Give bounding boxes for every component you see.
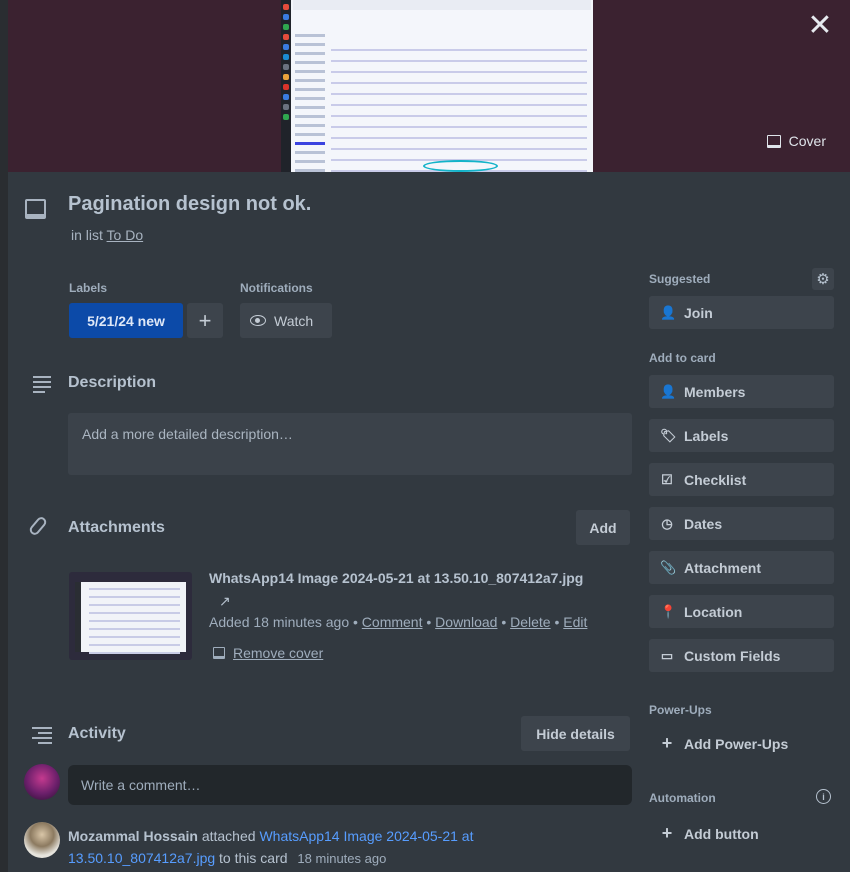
labels-label: Labels	[684, 427, 729, 444]
join-button[interactable]: 👤 Join	[649, 296, 834, 329]
activity-suffix: to this card	[219, 850, 288, 866]
labels-heading: Labels	[69, 281, 108, 295]
card-icon	[766, 134, 781, 148]
attachment-edit-link[interactable]: Edit	[563, 614, 587, 630]
cover-button[interactable]: Cover	[755, 126, 838, 156]
notifications-heading: Notifications	[240, 281, 313, 295]
description-icon	[33, 373, 51, 396]
background-board	[0, 0, 8, 872]
attachment-added: Added 18 minutes ago	[209, 614, 350, 630]
add-powerups-label: Add Power-Ups	[684, 735, 789, 752]
watch-label: Watch	[274, 312, 314, 329]
join-label: Join	[684, 304, 713, 321]
activity-heading: Activity	[68, 725, 126, 742]
close-icon[interactable]: ✕	[806, 11, 834, 41]
plus-icon: +	[198, 307, 212, 333]
list-name-link[interactable]: To Do	[107, 227, 144, 243]
members-button[interactable]: 👤 Members	[649, 375, 834, 408]
card-icon: ▭	[660, 647, 674, 663]
paperclip-icon: 📎	[660, 559, 677, 575]
card-title[interactable]: Pagination design not ok.	[68, 193, 311, 216]
plus-icon: +	[661, 823, 673, 843]
attachments-heading: Attachments	[68, 519, 165, 536]
dates-button[interactable]: ◷ Dates	[649, 507, 834, 540]
attachment-thumbnail[interactable]	[69, 572, 192, 660]
clock-icon: ◷	[661, 515, 673, 531]
checklist-button[interactable]: ☑ Checklist	[649, 463, 834, 496]
hide-details-button[interactable]: Hide details	[521, 716, 630, 751]
custom-fields-button[interactable]: ▭ Custom Fields	[649, 639, 834, 672]
description-heading: Description	[68, 374, 157, 391]
attachment-delete-link[interactable]: Delete	[510, 614, 550, 630]
person-icon: 👤	[660, 383, 677, 399]
label-chip[interactable]: 5/21/24 new	[69, 303, 183, 338]
powerups-heading: Power-Ups	[649, 703, 712, 717]
attachment-name[interactable]: WhatsApp14 Image 2024-05-21 at 13.50.10_…	[209, 570, 583, 586]
activity-icon	[32, 724, 52, 747]
plus-icon: +	[661, 733, 673, 753]
open-external-icon[interactable]: ↗	[219, 593, 231, 610]
members-label: Members	[684, 383, 746, 400]
in-list-prefix: in list	[71, 227, 103, 243]
activity-user[interactable]: Mozammal Hossain	[68, 828, 198, 844]
add-powerups-button[interactable]: + Add Power-Ups	[649, 727, 834, 760]
comment-input[interactable]: Write a comment…	[68, 765, 632, 805]
attachment-button[interactable]: 📎 Attachment	[649, 551, 834, 584]
labels-button[interactable]: 🏷 Labels	[649, 419, 834, 452]
suggested-heading: Suggested	[649, 272, 711, 286]
add-button-label: Add button	[684, 825, 759, 842]
watch-button[interactable]: Watch	[240, 303, 332, 338]
description-input[interactable]: Add a more detailed description…	[68, 413, 632, 475]
pin-icon: 📍	[660, 603, 677, 619]
card-cover	[8, 0, 850, 172]
avatar[interactable]	[24, 764, 60, 800]
attachment-comment-link[interactable]: Comment	[362, 614, 423, 630]
activity-time[interactable]: 18 minutes ago	[297, 851, 386, 866]
card-icon	[213, 647, 225, 659]
attachment-label: Attachment	[684, 559, 762, 576]
eye-icon	[250, 315, 266, 326]
activity-verb: attached	[201, 828, 256, 844]
remove-cover-label: Remove cover	[233, 645, 324, 661]
card-icon	[25, 199, 46, 219]
person-icon: 👤	[660, 304, 677, 320]
info-icon[interactable]: i	[816, 789, 831, 804]
location-button[interactable]: 📍 Location	[649, 595, 834, 628]
cover-image	[281, 0, 593, 172]
dates-label: Dates	[684, 515, 723, 532]
activity-entry: Mozammal Hossain attached WhatsApp14 Ima…	[68, 825, 538, 870]
remove-cover-button[interactable]: Remove cover	[213, 645, 323, 661]
add-to-card-heading: Add to card	[649, 351, 716, 365]
add-label-button[interactable]: +	[187, 303, 223, 338]
custom-fields-label: Custom Fields	[684, 647, 781, 664]
attachment-download-link[interactable]: Download	[435, 614, 497, 630]
avatar[interactable]	[24, 822, 60, 858]
location-label: Location	[684, 603, 743, 620]
add-attachment-button[interactable]: Add	[576, 510, 630, 545]
gear-icon[interactable]: ⚙	[812, 268, 834, 290]
automation-heading: Automation	[649, 791, 716, 805]
attachment-meta: Added 18 minutes ago • Comment • Downloa…	[209, 614, 588, 630]
tag-icon: 🏷	[660, 427, 677, 443]
cover-button-label: Cover	[788, 133, 826, 149]
checklist-label: Checklist	[684, 471, 747, 488]
add-button-button[interactable]: + Add button	[649, 817, 834, 850]
checklist-icon: ☑	[661, 471, 673, 487]
list-breadcrumb: in list To Do	[71, 227, 143, 243]
